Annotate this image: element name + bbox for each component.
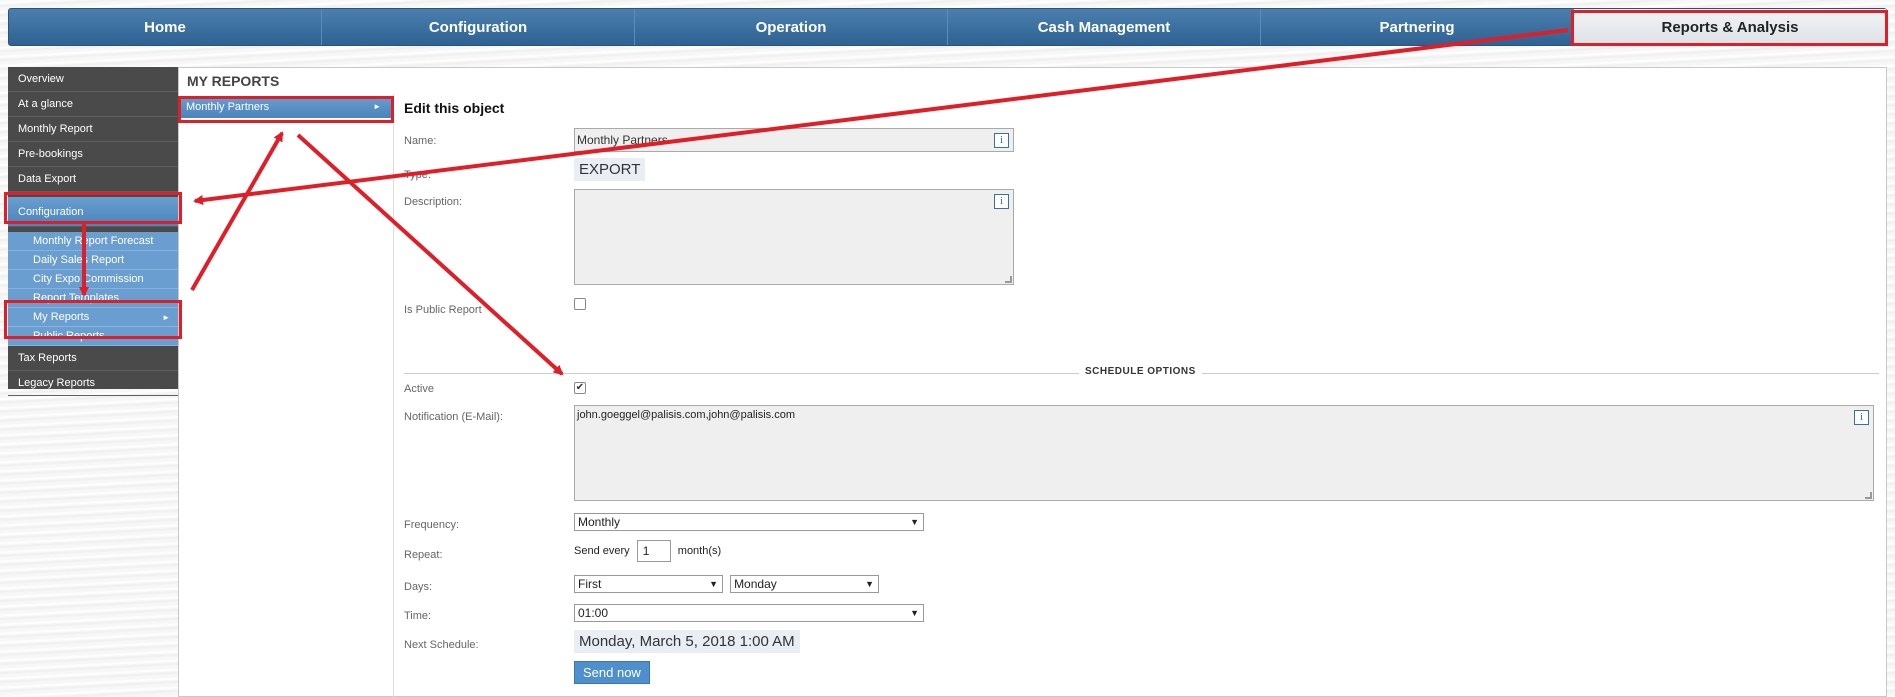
days-ordinal-value: First [578,577,602,591]
name-input[interactable]: Monthly Partners i [574,128,1014,152]
sidebar-subitem-report-templates[interactable]: Report Templates [8,289,178,308]
days-weekday-select[interactable]: Monday ▼ [730,575,880,593]
frequency-value: Monthly [578,515,621,529]
sidebar-item-at-a-glance[interactable]: At a glance [8,92,178,117]
sidebar-item-data-export[interactable]: Data Export [8,167,178,192]
sidebar-subitem-monthly-report-forecast[interactable]: Monthly Report Forecast [8,232,178,251]
schedule-options-heading: SCHEDULE OPTIONS [1079,366,1202,377]
type-value: EXPORT [574,158,646,181]
sidebar-item-configuration[interactable]: Configuration [8,197,178,227]
dropdown-arrow-icon: ▼ [910,608,919,618]
resize-grip-icon[interactable] [1865,492,1872,499]
dropdown-arrow-icon: ▼ [865,579,875,589]
info-icon[interactable]: i [1854,410,1869,425]
notification-textarea[interactable]: john.goeggel@palisis.com,john@palisis.co… [574,405,1874,501]
sidebar-item-pre-bookings[interactable]: Pre-bookings [8,142,178,167]
time-select[interactable]: 01:00 ▼ [574,604,924,622]
list-item-monthly-partners[interactable]: Monthly Partners ► [181,96,391,118]
tab-partnering[interactable]: Partnering [1261,9,1574,45]
repeat-row: Send every 1 month(s) [574,540,721,562]
send-now-button[interactable]: Send now [574,661,650,684]
frequency-label: Frequency: [404,519,460,531]
days-row: First ▼ Monday ▼ [574,575,880,593]
time-label: Time: [404,610,432,622]
name-label: Name: [404,135,437,147]
active-label: Active [404,383,434,395]
sidebar-subitem-city-expo-commission[interactable]: City Expo Commission [8,270,178,289]
sidebar-subitem-public-reports[interactable]: Public Reports [8,327,178,346]
days-weekday-value: Monday [734,577,777,591]
main-navigation: Home Configuration Operation Cash Manage… [8,8,1887,46]
type-label: Type: [404,169,431,181]
sidebar-item-overview[interactable]: Overview [8,67,178,92]
report-list: Monthly Partners ► [179,94,394,697]
tab-home[interactable]: Home [9,9,322,45]
days-label: Days: [404,581,433,593]
sidebar-subitem-daily-sales-report[interactable]: Daily Sales Report [8,251,178,270]
main-panel: MY REPORTS Monthly Partners ► Edit this … [178,67,1887,697]
days-ordinal-select[interactable]: First ▼ [574,575,723,593]
sidebar-subitem-my-reports[interactable]: My Reports ► [8,308,178,327]
chevron-right-icon: ► [373,102,381,111]
repeat-prefix: Send every [574,544,630,557]
dropdown-arrow-icon: ▼ [910,517,919,527]
sidebar-item-monthly-report[interactable]: Monthly Report [8,117,178,142]
public-report-checkbox[interactable] [574,298,586,310]
repeat-suffix: month(s) [677,544,722,557]
name-value: Monthly Partners [577,133,668,147]
page-title: MY REPORTS [187,73,280,89]
chevron-right-icon: ► [162,313,170,322]
dropdown-arrow-icon: ▼ [709,579,718,589]
list-item-label: Monthly Partners [186,101,270,113]
sidebar-item-legacy-reports[interactable]: Legacy Reports [8,371,178,396]
repeat-label: Repeat: [404,549,443,561]
sidebar-item-tax-reports[interactable]: Tax Reports [8,346,178,371]
frequency-select[interactable]: Monthly ▼ [574,513,924,531]
description-label: Description: [404,196,463,208]
sidebar-subitem-label: My Reports [33,311,90,323]
description-value [575,190,1013,196]
next-schedule-value: Monday, March 5, 2018 1:00 AM [574,630,800,653]
tab-operation[interactable]: Operation [635,9,948,45]
info-icon[interactable]: i [994,133,1009,148]
form-heading: Edit this object [404,100,505,116]
info-icon[interactable]: i [994,194,1009,209]
time-value: 01:00 [578,606,609,620]
tab-cash-management[interactable]: Cash Management [948,9,1261,45]
public-report-label: Is Public Report [404,304,482,316]
description-textarea[interactable]: i [574,189,1014,285]
tab-configuration[interactable]: Configuration [322,9,635,45]
tab-reports-analysis[interactable]: Reports & Analysis [1574,9,1886,45]
repeat-count-input[interactable]: 1 [636,540,671,562]
next-schedule-label: Next Schedule: [404,639,479,651]
sidebar: Overview At a glance Monthly Report Pre-… [8,67,178,396]
resize-grip-icon[interactable] [1005,276,1012,283]
active-checkbox[interactable]: ✔ [574,382,586,394]
name-field-wrap: Monthly Partners i [574,128,1014,152]
notification-label: Notification (E-Mail): [404,411,504,423]
edit-form: Edit this object Name: Monthly Partners … [404,94,1884,684]
notification-value: john.goeggel@palisis.com,john@palisis.co… [577,409,795,421]
